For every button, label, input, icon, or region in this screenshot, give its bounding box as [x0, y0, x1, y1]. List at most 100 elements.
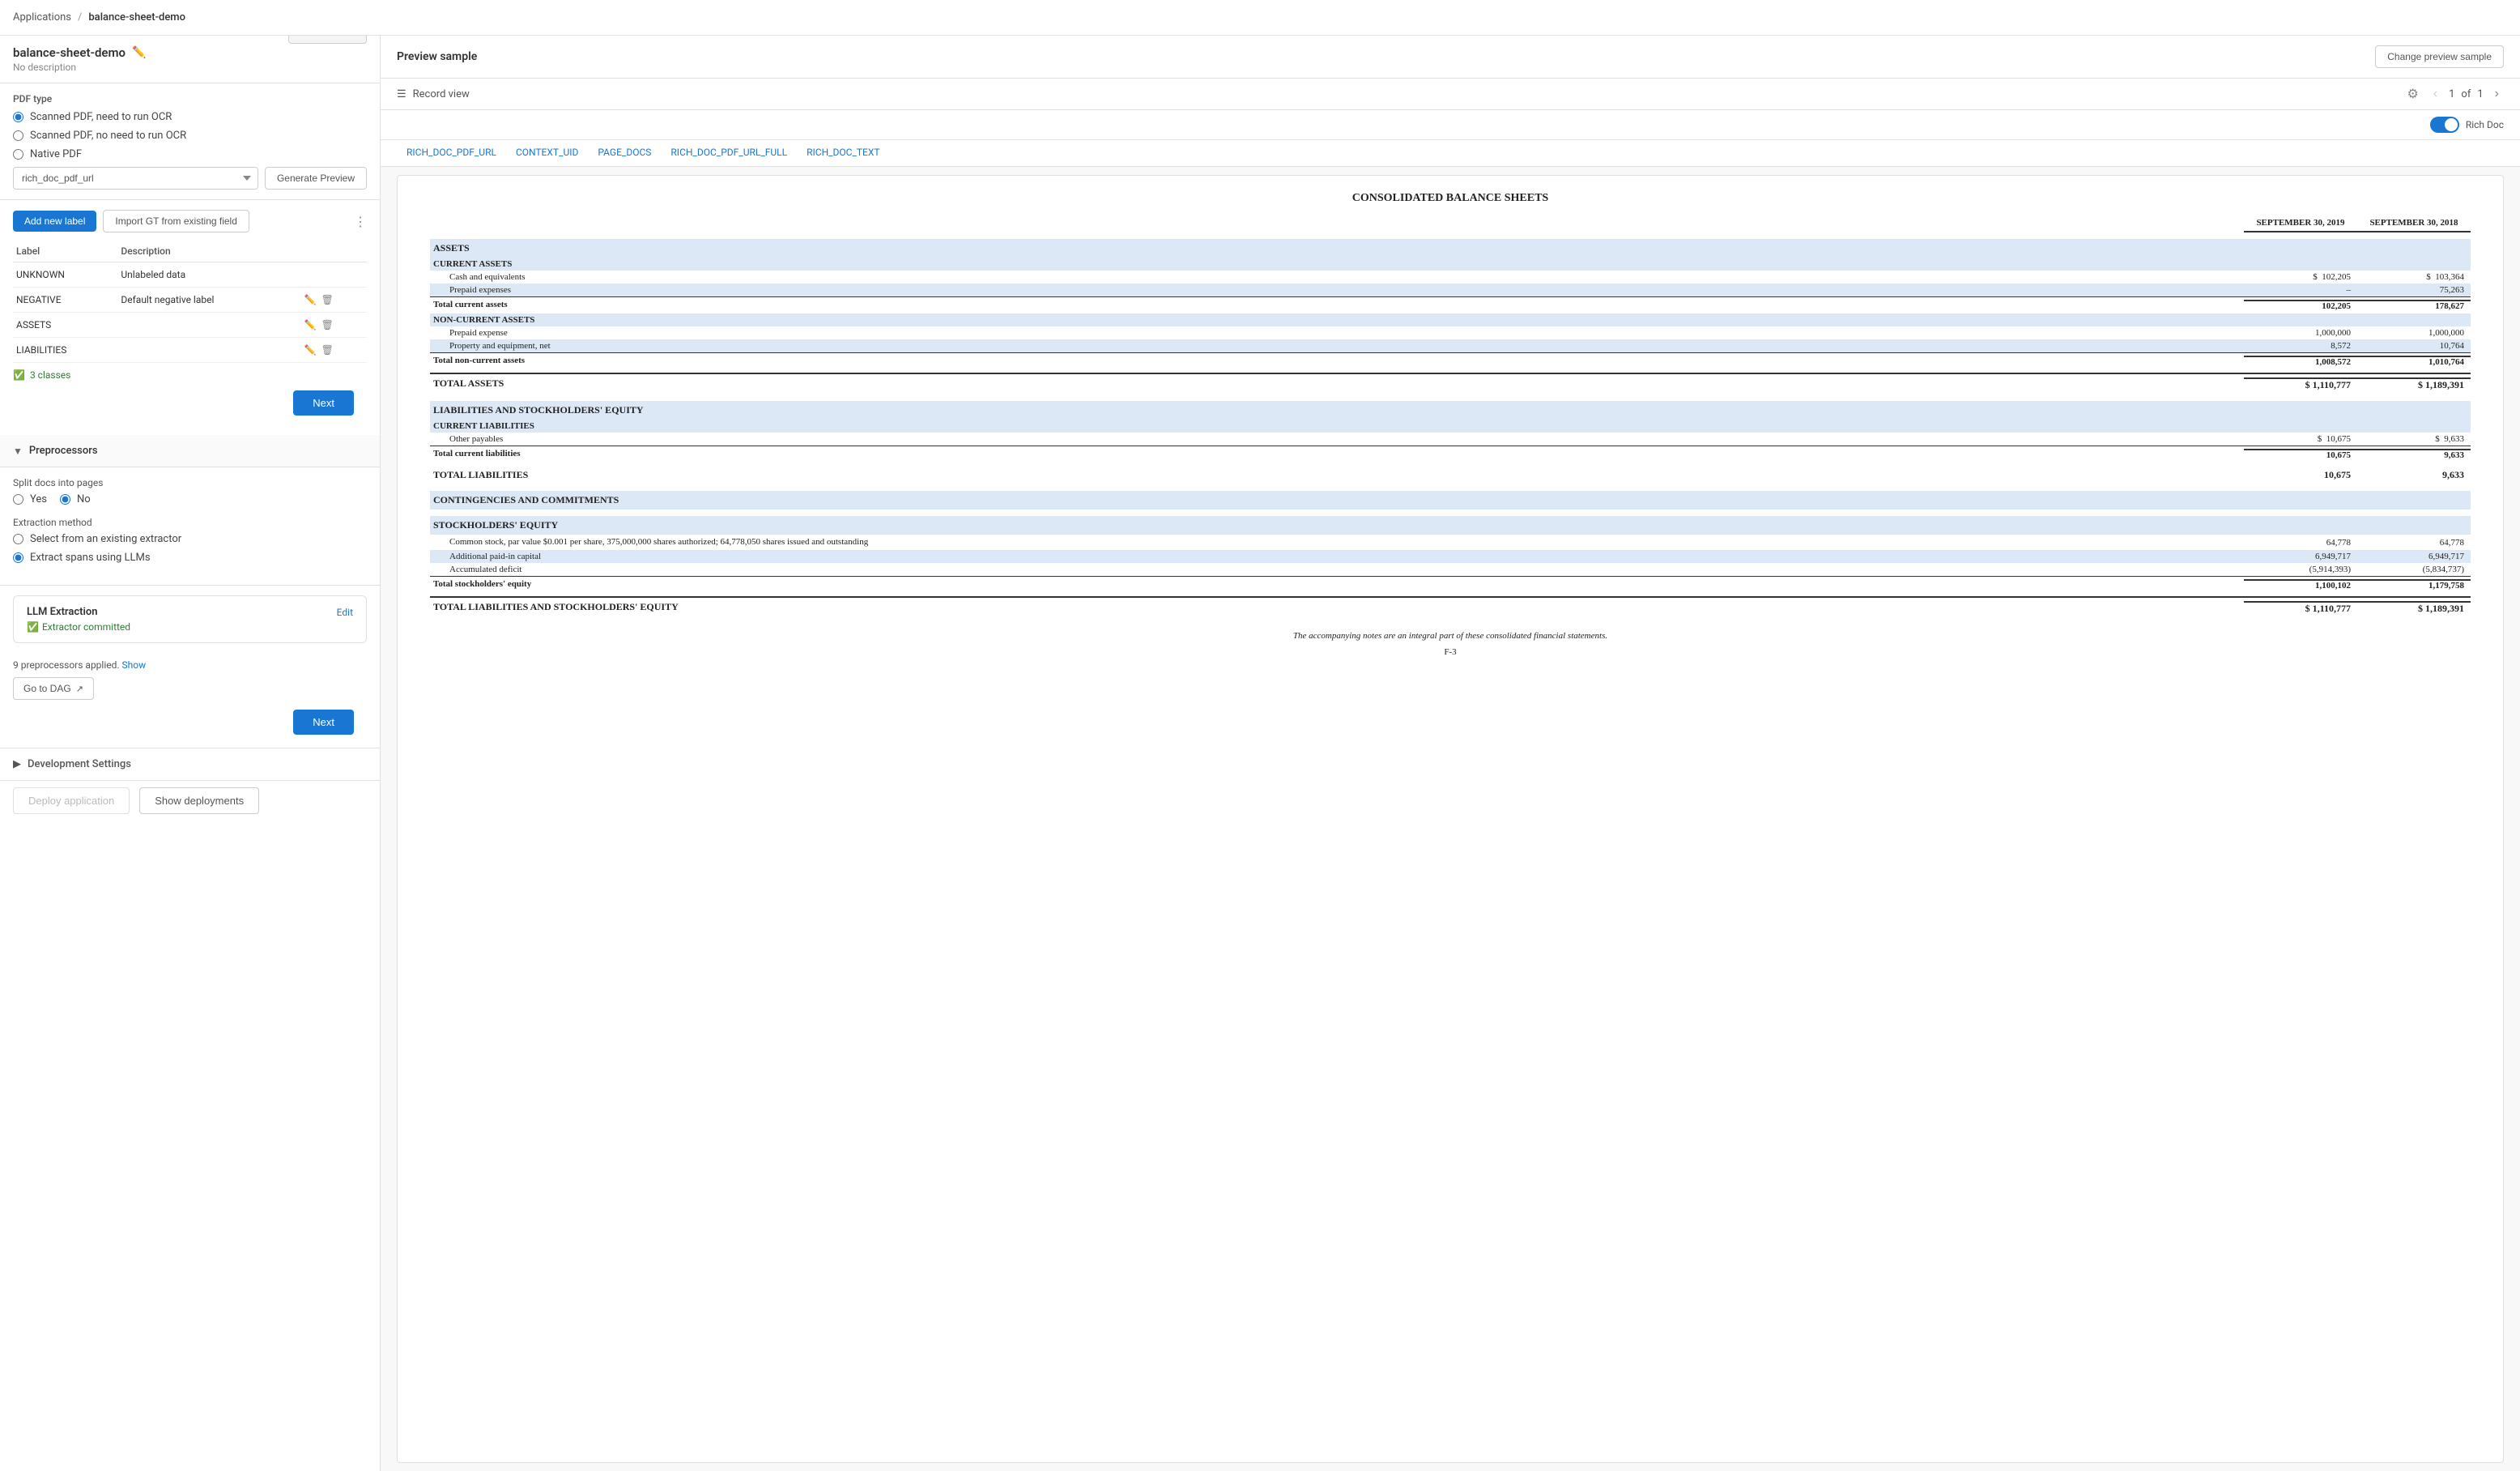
edit-label-negative-icon[interactable]: ✏️ [304, 294, 317, 305]
split-yes-option[interactable]: Yes [13, 493, 47, 505]
tab-rich-doc-text[interactable]: RICH_DOC_TEXT [797, 140, 889, 166]
app-title-row: balance-sheet-demo ✏️ [13, 45, 367, 60]
preview-header: Preview sample Change preview sample [381, 36, 2520, 79]
deploy-application-button[interactable]: Deploy application [13, 787, 130, 814]
goto-studio-button[interactable]: Go to Studio [288, 36, 367, 44]
pdf-option-scanned-no-ocr-label: Scanned PDF, no need to run OCR [30, 130, 186, 142]
llm-extraction-box: LLM Extraction Edit ✅ Extractor committe… [13, 595, 367, 643]
labels-toolbar: Add new label Import GT from existing fi… [13, 210, 367, 232]
pdf-option-scanned-no-ocr[interactable]: Scanned PDF, no need to run OCR [13, 130, 367, 142]
split-docs-label: Split docs into pages [13, 477, 367, 488]
table-row: Prepaid expenses – 75,263 [430, 284, 2471, 296]
delete-label-liabilities-icon[interactable]: 🗑 [321, 344, 334, 356]
pdf-url-row: rich_doc_pdf_url Generate Preview [13, 167, 367, 190]
chevron-right-icon: ▶ [13, 758, 21, 770]
tab-context-uid[interactable]: CONTEXT_UID [506, 140, 588, 166]
tab-page-docs[interactable]: PAGE_DOCS [588, 140, 661, 166]
label-actions-assets: ✏️ 🗑 [304, 319, 364, 330]
bs-footer: The accompanying notes are an integral p… [430, 631, 2471, 641]
preprocessors-header[interactable]: ▼ Preprocessors [0, 435, 380, 467]
actions-col-header [301, 241, 367, 262]
bs-col1-header: SEPTEMBER 30, 2019 [2244, 218, 2357, 232]
document-content: CONSOLIDATED BALANCE SHEETS SEPTEMBER 30… [397, 175, 2504, 1463]
rich-doc-toggle-label: Rich Doc [2466, 119, 2504, 130]
next-page-button[interactable]: › [2490, 85, 2504, 103]
preprocessors-count: 9 preprocessors applied. Show [13, 659, 367, 671]
change-preview-button[interactable]: Change preview sample [2375, 45, 2504, 68]
extraction-llms-label: Extract spans using LLMs [30, 552, 151, 564]
pdf-type-label: PDF type [13, 93, 367, 104]
extraction-method-label: Extraction method [13, 517, 367, 528]
dev-settings-header[interactable]: ▶ Development Settings [0, 748, 380, 780]
tab-rich-doc-pdf-url[interactable]: RICH_DOC_PDF_URL [397, 140, 506, 166]
bs-title: CONSOLIDATED BALANCE SHEETS [430, 192, 2471, 205]
pdf-option-scanned-ocr[interactable]: Scanned PDF, need to run OCR [13, 111, 367, 123]
table-row: Property and equipment, net 8,572 10,764 [430, 339, 2471, 352]
extraction-method-row: Extraction method Select from an existin… [13, 517, 367, 564]
extraction-existing-option[interactable]: Select from an existing extractor [13, 533, 367, 545]
bs-liabilities-section: LIABILITIES AND STOCKHOLDERS' EQUITY CUR… [430, 401, 2471, 484]
table-row: LIABILITIES ✏️ 🗑 [13, 338, 367, 363]
bs-col2-header: SEPTEMBER 30, 2018 [2357, 218, 2471, 232]
extraction-llms-option[interactable]: Extract spans using LLMs [13, 552, 367, 564]
label-col-header: Label [13, 241, 117, 262]
bs-total-assets: TOTAL ASSETS $ 1,110,777 $ 1,189,391 [430, 373, 2471, 394]
generate-preview-button[interactable]: Generate Preview [265, 167, 367, 190]
description-unknown: Unlabeled data [117, 262, 300, 288]
table-row: Prepaid expense 1,000,000 1,000,000 [430, 326, 2471, 339]
split-no-label: No [77, 493, 91, 505]
show-deployments-button[interactable]: Show deployments [139, 787, 259, 814]
pdf-option-native[interactable]: Native PDF [13, 148, 367, 160]
next-button-1[interactable]: Next [293, 390, 354, 416]
go-to-dag-text: Go to DAG [23, 683, 71, 694]
next-button-2[interactable]: Next [293, 710, 354, 735]
llm-edit-link[interactable]: Edit [337, 607, 353, 618]
pdf-url-field-select[interactable]: rich_doc_pdf_url [13, 167, 258, 190]
main-layout: Go to Studio balance-sheet-demo ✏️ No de… [0, 36, 2520, 1471]
extraction-existing-label: Select from an existing extractor [30, 533, 181, 545]
description-col-header: Description [117, 241, 300, 262]
table-row: Common stock, par value $0.001 per share… [430, 535, 2471, 550]
edit-label-liabilities-icon[interactable]: ✏️ [304, 344, 317, 356]
applications-link[interactable]: Applications [13, 11, 71, 23]
balance-sheet: CONSOLIDATED BALANCE SHEETS SEPTEMBER 30… [430, 192, 2471, 657]
chevron-down-icon: ▼ [13, 446, 23, 457]
breadcrumb-separator: / [78, 11, 82, 23]
add-new-label-button[interactable]: Add new label [13, 211, 96, 232]
record-view-label: Record view [413, 88, 470, 100]
bs-total-current-assets: Total current assets 102,205 178,627 [430, 296, 2471, 313]
bs-column-headers: SEPTEMBER 30, 2019 SEPTEMBER 30, 2018 [430, 218, 2471, 232]
preprocessors-footer: 9 preprocessors applied. Show Go to DAG … [0, 653, 380, 748]
table-row: Accumulated deficit (5,914,393) (5,834,7… [430, 563, 2471, 576]
committed-check-icon: ✅ [27, 621, 39, 633]
bs-total-stockholders-equity: Total stockholders' equity 1,100,102 1,1… [430, 576, 2471, 593]
show-preprocessors-link[interactable]: Show [122, 659, 147, 671]
delete-label-negative-icon[interactable]: 🗑 [321, 294, 334, 305]
tab-rich-doc-pdf-url-full[interactable]: RICH_DOC_PDF_URL_FULL [661, 140, 797, 166]
settings-gear-button[interactable]: ⚙ [2407, 86, 2418, 102]
prev-page-button[interactable]: ‹ [2428, 85, 2442, 103]
llm-box-header: LLM Extraction Edit [27, 606, 353, 618]
record-view-toggle[interactable]: ☰ Record view [397, 88, 470, 100]
bs-current-liabilities-header: CURRENT LIABILITIES [430, 420, 2471, 433]
rich-doc-toggle-row: Rich Doc [381, 110, 2520, 140]
delete-label-assets-icon[interactable]: 🗑 [321, 319, 334, 330]
split-no-option[interactable]: No [60, 493, 91, 505]
bs-contingencies-title: CONTINGENCIES AND COMMITMENTS [430, 491, 2471, 510]
edit-label-assets-icon[interactable]: ✏️ [304, 319, 317, 330]
pdf-option-native-label: Native PDF [30, 148, 82, 160]
breadcrumb: Applications / balance-sheet-demo [13, 11, 185, 23]
pdf-type-section: PDF type Scanned PDF, need to run OCR Sc… [0, 83, 380, 200]
left-header: Go to Studio balance-sheet-demo ✏️ No de… [0, 36, 380, 83]
label-actions-liabilities: ✏️ 🗑 [304, 344, 364, 356]
import-gt-button[interactable]: Import GT from existing field [103, 210, 249, 232]
split-docs-row: Split docs into pages Yes No [13, 477, 367, 505]
classes-count-text: 3 classes [30, 369, 70, 381]
toolbar-right: ⚙ ‹ 1 of 1 › [2407, 85, 2504, 103]
bs-assets-section: ASSETS CURRENT ASSETS Cash and equivalen… [430, 239, 2471, 394]
edit-app-name-icon[interactable]: ✏️ [132, 46, 146, 59]
go-to-dag-button[interactable]: Go to DAG ↗ [13, 677, 94, 700]
more-options-icon[interactable]: ⋮ [354, 214, 367, 229]
rich-doc-toggle-switch[interactable] [2430, 117, 2459, 133]
top-nav: Applications / balance-sheet-demo [0, 0, 2520, 36]
